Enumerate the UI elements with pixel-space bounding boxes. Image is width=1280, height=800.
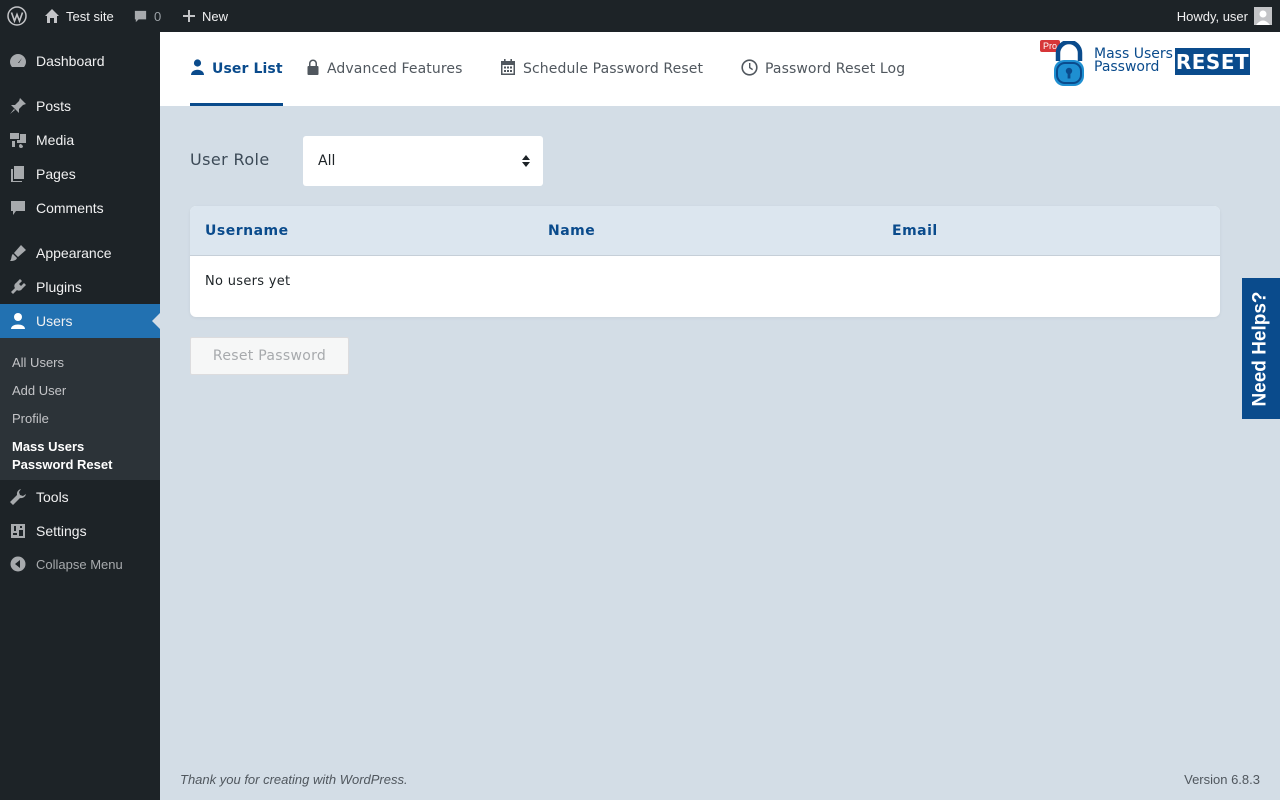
admin-sidebar: Dashboard Posts Media Pages Comments App… (0, 32, 160, 800)
logo-line-2: Password (1094, 59, 1160, 75)
wordpress-logo-icon[interactable] (7, 0, 27, 32)
new-content-link[interactable]: New (182, 0, 228, 32)
user-icon (190, 59, 205, 79)
comments-link[interactable]: 0 (133, 0, 161, 32)
sidebar-label: Media (36, 132, 75, 148)
tab-label: User List (212, 61, 283, 77)
pages-icon (0, 165, 36, 183)
sidebar-label: Pages (36, 166, 76, 182)
submenu-profile[interactable]: Profile (12, 410, 49, 428)
collapse-arrow-icon (0, 556, 36, 572)
tab-schedule-password-reset[interactable]: Schedule Password Reset (500, 32, 703, 106)
users-table: Username Name Email No users yet (190, 206, 1220, 317)
dashboard-icon (0, 52, 36, 70)
tab-label: Password Reset Log (765, 61, 906, 77)
new-label: New (202, 8, 229, 24)
lock-icon (306, 59, 320, 79)
users-submenu: All Users Add User Profile Mass Users Pa… (0, 338, 160, 480)
collapse-label: Collapse Menu (36, 556, 123, 572)
submenu-mass-users-line2[interactable]: Password Reset (12, 456, 112, 474)
tab-password-reset-log[interactable]: Password Reset Log (741, 32, 905, 106)
wrench-icon (0, 488, 36, 506)
need-help-tab[interactable]: Need Helps? (1242, 278, 1280, 419)
howdy-text: Howdy, user (1176, 8, 1248, 24)
plugin-icon (0, 278, 36, 296)
table-empty-message: No users yet (205, 274, 291, 289)
sidebar-label: Settings (36, 523, 87, 539)
sidebar-label: Plugins (36, 279, 82, 295)
sidebar-label: Dashboard (36, 53, 105, 69)
tab-user-list[interactable]: User List (190, 32, 283, 106)
sidebar-item-appearance[interactable]: Appearance (0, 236, 160, 270)
column-header-username[interactable]: Username (205, 206, 289, 256)
comment-icon (133, 9, 148, 24)
sidebar-item-users[interactable]: Users (0, 304, 160, 338)
submenu-add-user[interactable]: Add User (12, 382, 66, 400)
logo-brand-text: Mass Users Password (1094, 47, 1173, 75)
select-arrows-icon (521, 154, 531, 172)
sidebar-item-tools[interactable]: Tools (0, 480, 160, 514)
clock-icon (741, 58, 758, 80)
sidebar-label: Comments (36, 200, 104, 216)
table-header: Username Name Email (190, 206, 1220, 256)
home-icon (44, 8, 60, 24)
sidebar-item-dashboard[interactable]: Dashboard (0, 44, 160, 78)
site-name-link[interactable]: Test site (44, 0, 114, 32)
footer-thanks: Thank you for creating with WordPress. (180, 772, 408, 787)
tab-advanced-features[interactable]: Advanced Features (306, 32, 463, 106)
site-name: Test site (66, 8, 114, 24)
sidebar-item-plugins[interactable]: Plugins (0, 270, 160, 304)
pin-icon (0, 97, 36, 115)
padlock-logo-icon (1052, 39, 1086, 92)
sidebar-item-media[interactable]: Media (0, 123, 160, 157)
sidebar-item-settings[interactable]: Settings (0, 514, 160, 548)
submenu-mass-users-line1[interactable]: Mass Users (12, 438, 84, 456)
sidebar-item-posts[interactable]: Posts (0, 89, 160, 123)
user-role-label: User Role (190, 150, 270, 169)
sidebar-item-pages[interactable]: Pages (0, 157, 160, 191)
plugin-header: User List Advanced Features Schedule Pas… (160, 32, 1280, 106)
user-role-selected-value: All (318, 153, 336, 169)
tab-label: Advanced Features (327, 61, 463, 77)
plus-icon (182, 9, 196, 23)
comment-icon (0, 199, 36, 217)
user-role-select[interactable]: All (303, 136, 543, 186)
sidebar-label: Tools (36, 489, 69, 505)
footer-version: Version 6.8.3 (1184, 772, 1260, 787)
sidebar-label: Users (36, 313, 73, 329)
reset-password-button[interactable]: Reset Password (190, 337, 349, 375)
tab-label: Schedule Password Reset (523, 61, 704, 77)
collapse-menu-button[interactable]: Collapse Menu (0, 548, 160, 580)
comments-count: 0 (154, 8, 162, 24)
admin-bar: Test site 0 New Howdy, user (0, 0, 1280, 32)
user-icon (0, 312, 36, 330)
mass-users-password-reset-logo: Pro Mass Users Password RESET (1040, 39, 1260, 98)
sidebar-item-comments[interactable]: Comments (0, 191, 160, 225)
column-header-name[interactable]: Name (548, 206, 595, 256)
avatar (1254, 7, 1272, 25)
logo-reset-text: RESET (1175, 48, 1250, 75)
media-icon (0, 131, 36, 149)
account-menu[interactable]: Howdy, user (1177, 0, 1272, 32)
sidebar-label: Appearance (36, 245, 112, 261)
need-help-label: Need Helps? (1250, 290, 1271, 407)
submenu-all-users[interactable]: All Users (12, 354, 64, 372)
settings-icon (0, 522, 36, 540)
brush-icon (0, 244, 36, 262)
column-header-email[interactable]: Email (892, 206, 938, 256)
sidebar-label: Posts (36, 98, 72, 114)
calendar-icon (500, 58, 516, 80)
